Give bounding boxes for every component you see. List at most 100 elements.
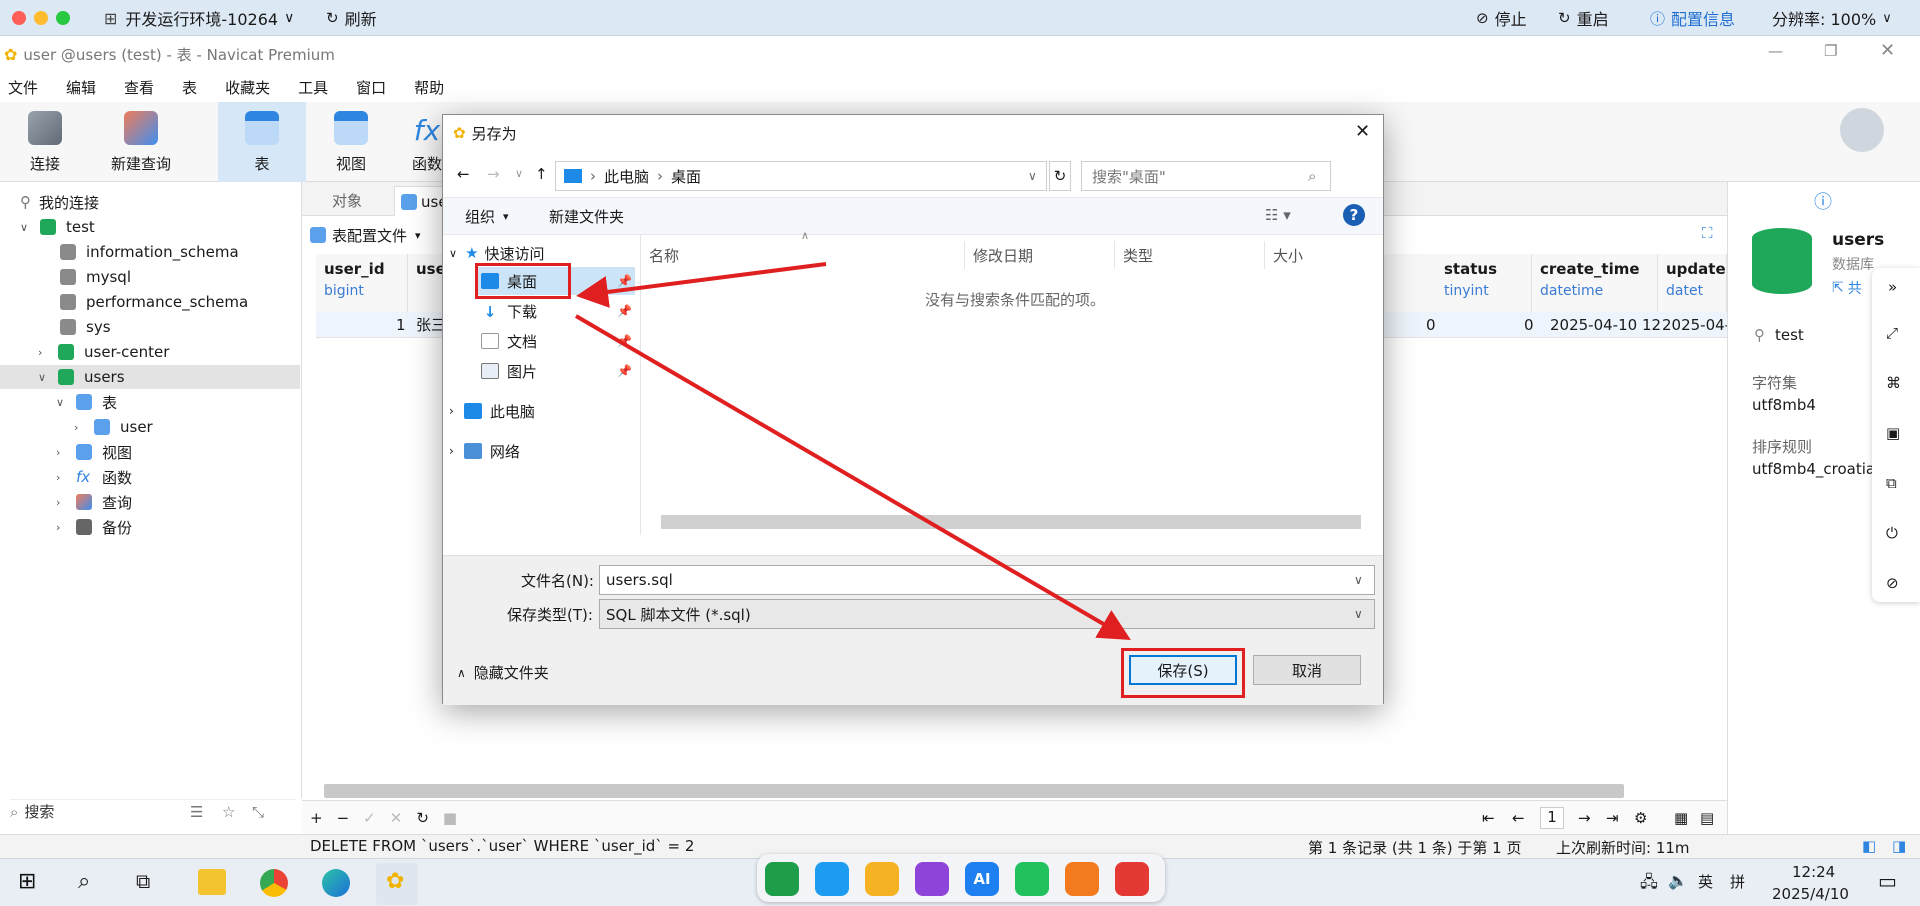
layout-icon[interactable]: ▣ [1886, 424, 1900, 442]
volume-icon[interactable]: 🔈 [1668, 871, 1688, 890]
dock-app-ai-icon[interactable]: AI [965, 862, 999, 896]
tree-item-sys[interactable]: sys [60, 315, 111, 339]
power-icon[interactable]: ⏻ [1886, 524, 1898, 542]
filetype-select[interactable]: SQL 脚本文件 (*.sql) ∨ [599, 599, 1375, 629]
dock-app-power-icon[interactable] [1115, 862, 1149, 896]
settings-icon[interactable]: ⚙ [1634, 809, 1647, 827]
tree-item-test[interactable]: ∨ test [20, 215, 95, 239]
resolution-selector[interactable]: 分辨率: 100% ∨ [1772, 7, 1892, 29]
apply-icon[interactable]: ✓ [363, 809, 376, 827]
last-page-icon[interactable]: ⇥ [1606, 809, 1619, 827]
delete-row-icon[interactable]: − [337, 809, 350, 827]
back-icon[interactable]: ← [457, 165, 470, 183]
search-icon[interactable]: ⌕ [78, 869, 90, 894]
help-icon[interactable]: ? [1343, 204, 1365, 226]
tree-item-user-table[interactable]: › user [74, 415, 153, 439]
avatar[interactable] [1840, 108, 1884, 152]
page-number-input[interactable]: 1 [1540, 807, 1564, 829]
file-explorer-icon[interactable] [198, 869, 226, 895]
column-header-user-id[interactable]: user_id bigint [316, 254, 408, 312]
nav-documents[interactable]: 文档 📌 [481, 327, 635, 355]
tree-item-functions[interactable]: › fx 函数 [56, 465, 132, 489]
new-query-button[interactable]: 新建查询 [96, 102, 186, 182]
breadcrumb-desktop[interactable]: 桌面 [671, 166, 701, 187]
filename-input[interactable]: users.sql ∨ [599, 565, 1375, 595]
expand-icon[interactable]: ⤢ [1886, 324, 1898, 342]
tree-item-user-center[interactable]: › user-center [38, 340, 169, 364]
dock-app-notes-icon[interactable] [865, 862, 899, 896]
forward-icon[interactable]: → [487, 165, 500, 183]
restore-icon[interactable]: ❐ [1824, 42, 1837, 60]
cancel-button[interactable]: 取消 [1253, 655, 1361, 685]
dialog-search-input[interactable]: 搜索"桌面" ⌕ [1081, 161, 1331, 191]
notification-icon[interactable]: ▭ [1878, 869, 1897, 893]
menu-table[interactable]: 表 [182, 77, 197, 98]
close-window-dot[interactable] [12, 11, 26, 25]
restart-button[interactable]: ↻ 重启 [1558, 7, 1609, 29]
menu-tools[interactable]: 工具 [298, 77, 328, 98]
view-options-icon[interactable]: ☷ ▾ [1265, 206, 1291, 224]
clock-date[interactable]: 2025/4/10 [1772, 885, 1849, 903]
network-icon[interactable]: 🖧 [1640, 871, 1658, 898]
ime-indicator[interactable]: 拼 [1730, 871, 1745, 892]
close-icon[interactable]: ✕ [1880, 40, 1895, 61]
input-language[interactable]: 英 [1698, 871, 1713, 892]
column-header-status[interactable]: status tinyint [1436, 254, 1532, 312]
recent-dropdown-icon[interactable]: ∨ [515, 167, 523, 180]
hide-folders-toggle[interactable]: ∧ 隐藏文件夹 [457, 662, 549, 683]
tree-search[interactable]: ⌕ 搜索 ☰ ☆ ⤡ [10, 799, 296, 823]
menu-favorites[interactable]: 收藏夹 [225, 77, 270, 98]
menu-help[interactable]: 帮助 [414, 77, 444, 98]
menu-view[interactable]: 查看 [124, 77, 154, 98]
menu-window[interactable]: 窗口 [356, 77, 386, 98]
column-header-create-time[interactable]: create_time datetime [1532, 254, 1658, 312]
tree-item-information-schema[interactable]: information_schema [60, 240, 239, 264]
reload-icon[interactable]: ↻ [416, 809, 429, 827]
dock-app-settings-icon[interactable] [1065, 862, 1099, 896]
info-icon[interactable]: ⓘ [1814, 188, 1832, 214]
fullscreen-icon[interactable]: ⛶ [1702, 224, 1713, 242]
column-header-update-time[interactable]: update datet [1658, 254, 1727, 312]
first-page-icon[interactable]: ⇤ [1482, 809, 1495, 827]
right-panel-icon[interactable]: ◨ [1892, 837, 1906, 855]
menu-file[interactable]: 文件 [8, 77, 38, 98]
env-selector[interactable]: ⊞ 开发运行环境-10264 ∨ [104, 7, 294, 30]
refresh-button[interactable]: ↻ 刷新 [326, 7, 377, 29]
config-button[interactable]: ⓘ 配置信息 [1650, 7, 1735, 30]
dock-app-sign-icon[interactable] [765, 862, 799, 896]
nav-downloads[interactable]: ↓ 下载 📌 [481, 297, 635, 325]
dock-app-book-icon[interactable] [915, 862, 949, 896]
collapse-icon[interactable]: ⤡ [252, 803, 264, 821]
form-view-icon[interactable]: ▤ [1700, 809, 1714, 827]
tree-item-views[interactable]: › 视图 [56, 440, 132, 464]
tree-item-performance-schema[interactable]: performance_schema [60, 290, 248, 314]
navicat-taskbar-item[interactable]: ✿ [376, 863, 418, 905]
column-modified[interactable]: 修改日期 [965, 241, 1115, 269]
organize-button[interactable]: 组织 ▾ [465, 206, 509, 227]
column-name[interactable]: 名称 [641, 241, 965, 269]
maximize-window-dot[interactable] [56, 11, 70, 25]
add-row-icon[interactable]: + [310, 809, 323, 827]
minimize-window-dot[interactable] [34, 11, 48, 25]
copy-icon[interactable]: ⧉ [1886, 474, 1897, 492]
collapse-dock-icon[interactable]: » [1888, 278, 1897, 296]
grid-view-icon[interactable]: ▦ [1674, 809, 1688, 827]
dialog-close-icon[interactable]: ✕ [1355, 121, 1370, 142]
menu-edit[interactable]: 编辑 [66, 77, 96, 98]
edge-icon[interactable] [322, 869, 350, 897]
prev-page-icon[interactable]: ← [1512, 809, 1525, 827]
clock-time[interactable]: 12:24 [1792, 863, 1835, 881]
star-icon[interactable]: ☆ [222, 803, 235, 821]
column-size[interactable]: 大小 [1265, 241, 1383, 269]
stop-icon[interactable]: ■ [443, 809, 457, 827]
chevron-down-icon[interactable]: ∨ [1028, 169, 1037, 183]
windows-start-icon[interactable]: ⊞ [18, 869, 36, 894]
share-link[interactable]: ⇱ 共 [1832, 278, 1862, 298]
tree-item-backups[interactable]: › 备份 [56, 515, 132, 539]
function-button[interactable]: fx 函数 [412, 102, 442, 182]
list-horizontal-scrollbar[interactable] [661, 515, 1361, 529]
nav-pictures[interactable]: 图片 📌 [481, 357, 635, 385]
chrome-icon[interactable] [260, 869, 288, 897]
breadcrumb-this-pc[interactable]: 此电脑 [604, 166, 649, 187]
filter-icon[interactable]: ☰ [190, 803, 203, 821]
